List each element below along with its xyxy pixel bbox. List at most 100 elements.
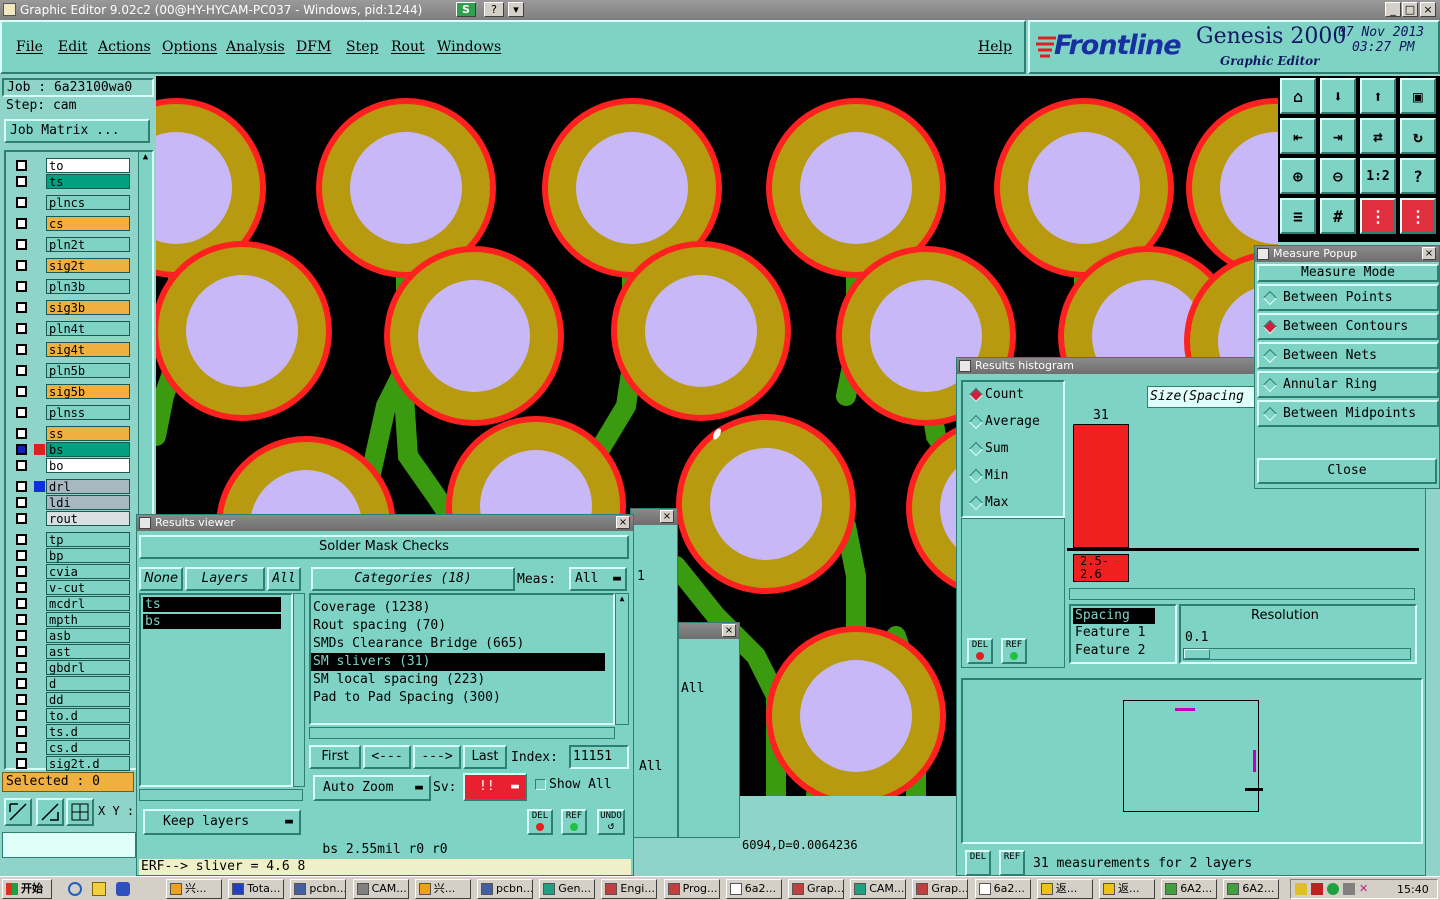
last-button[interactable]: Last [463, 745, 507, 769]
layer-checkbox[interactable] [16, 281, 27, 292]
bin-range-label[interactable]: 2.5-2.6 [1073, 554, 1129, 582]
layer-row-bo[interactable]: bo [14, 458, 130, 473]
radio-icon[interactable] [1262, 377, 1278, 393]
taskbar-item[interactable]: 兴... [166, 879, 222, 899]
taskbar-item[interactable]: Grap... [788, 879, 844, 899]
layer-row-dd[interactable]: dd [14, 692, 130, 707]
help-icon[interactable]: ? [484, 2, 504, 17]
layer-row-to.d[interactable]: to.d [14, 708, 130, 723]
menu-file[interactable]: File [16, 39, 43, 55]
layer-row-plncs[interactable]: plncs [14, 195, 130, 210]
category-hscroll[interactable] [309, 727, 615, 739]
measure-mode-between-contours[interactable]: Between Contours [1257, 313, 1439, 340]
category-item[interactable]: Coverage (1238) [311, 599, 605, 617]
tool-settings-button[interactable]: ≡ [1280, 198, 1316, 234]
histogram-option-min[interactable]: Min [963, 463, 1063, 490]
hist-del-button[interactable]: DEL [967, 638, 993, 664]
menu-help[interactable]: Help [978, 39, 1012, 55]
layer-row-sig4t[interactable]: sig4t [14, 342, 130, 357]
layer-checkbox[interactable] [16, 444, 27, 455]
layer-list-scrollbar[interactable] [293, 593, 305, 787]
layer-row-plnss[interactable]: plnss [14, 405, 130, 420]
list-item[interactable]: Feature 2 [1073, 642, 1173, 660]
keep-layers-button[interactable]: Keep layers ▬ [143, 809, 301, 835]
histogram-option-count[interactable]: Count [963, 382, 1063, 409]
radio-icon[interactable] [968, 441, 984, 457]
layer-row-pln5b[interactable]: pln5b [14, 363, 130, 378]
list-item[interactable]: Spacing [1073, 608, 1155, 624]
undo-button[interactable]: UNDO ↺ [597, 809, 625, 835]
layer-checkbox[interactable] [16, 646, 27, 657]
layer-checkbox[interactable] [16, 239, 27, 250]
tool-measure-button[interactable] [36, 798, 64, 826]
taskbar-item[interactable]: 6a2... [974, 879, 1031, 899]
layer-checkbox[interactable] [16, 630, 27, 641]
radio-icon[interactable] [968, 387, 984, 403]
layer-row-bs[interactable]: bs [14, 442, 130, 457]
layer-checkbox[interactable] [16, 460, 27, 471]
next-button[interactable]: ---> [413, 745, 461, 769]
hist-del-button-2[interactable]: DEL [965, 850, 991, 876]
measure-mode-annular-ring[interactable]: Annular Ring [1257, 371, 1439, 398]
layer-checkbox[interactable] [16, 160, 27, 171]
radio-icon[interactable] [1262, 406, 1278, 422]
taskbar-item[interactable]: Tota... [228, 879, 285, 899]
taskbar-item[interactable]: CAM... [850, 879, 907, 899]
category-item[interactable]: SM local spacing (223) [311, 671, 605, 689]
quicklaunch-desktop-icon[interactable] [92, 882, 106, 896]
category-scrollbar[interactable]: ▲ [615, 593, 629, 725]
layer-checkbox[interactable] [16, 534, 27, 545]
layer-checkbox[interactable] [16, 742, 27, 753]
layer-checkbox[interactable] [16, 678, 27, 689]
layer-checkbox[interactable] [16, 323, 27, 334]
net-toggle-button-2[interactable]: ⋮ [1400, 198, 1436, 234]
layers-button[interactable]: Layers [185, 567, 265, 591]
histogram-option-average[interactable]: Average [963, 409, 1063, 436]
taskbar-item[interactable]: Engi... [601, 879, 658, 899]
layer-row-sig3b[interactable]: sig3b [14, 300, 130, 315]
layer-checkbox[interactable] [16, 407, 27, 418]
measure-mode-between-midpoints[interactable]: Between Midpoints [1257, 400, 1439, 427]
layer-row-mpth[interactable]: mpth [14, 612, 130, 627]
view-fit-button[interactable]: ▣ [1400, 78, 1436, 114]
menu-actions[interactable]: Actions [98, 39, 151, 55]
prev-button[interactable]: <--- [363, 745, 411, 769]
layer-checkbox[interactable] [16, 344, 27, 355]
layer-row-cvia[interactable]: cvia [14, 564, 130, 579]
sv-select[interactable]: !! ▬ [463, 773, 527, 801]
layer-checkbox[interactable] [16, 428, 27, 439]
start-button[interactable]: 开始 [2, 879, 52, 899]
radio-icon[interactable] [968, 414, 984, 430]
layer-checkbox[interactable] [16, 218, 27, 229]
category-list[interactable]: Coverage (1238) Rout spacing (70) SMDs Cle… [309, 593, 615, 725]
close-icon[interactable]: × [1422, 247, 1436, 260]
radio-icon[interactable] [1262, 319, 1278, 335]
tray-icon[interactable] [1295, 883, 1307, 895]
view-up-button[interactable]: ⬆ [1360, 78, 1396, 114]
measure-close-button[interactable]: Close [1257, 458, 1437, 484]
menu-edit[interactable]: Edit [58, 39, 87, 55]
meas-select[interactable]: All ▬ [569, 567, 627, 591]
none-button[interactable]: None [139, 567, 183, 591]
net-toggle-button[interactable]: ⋮ [1360, 198, 1396, 234]
list-item[interactable]: ts [143, 597, 281, 612]
layer-checkbox[interactable] [16, 260, 27, 271]
layer-checkbox[interactable] [16, 197, 27, 208]
tray-icon[interactable] [1311, 883, 1323, 895]
pad[interactable] [156, 241, 332, 421]
taskbar-item[interactable]: 兴... [414, 879, 471, 899]
close-icon[interactable]: × [616, 516, 630, 529]
tool-zoom-button[interactable] [4, 798, 32, 826]
resolution-slider[interactable] [1183, 648, 1411, 660]
hist-ref-button-2[interactable]: REF [999, 850, 1025, 876]
layer-row-sig2t[interactable]: sig2t [14, 258, 130, 273]
minimize-button[interactable]: _ [1385, 2, 1401, 17]
layer-row-rout[interactable]: rout [14, 511, 130, 526]
menu-analysis[interactable]: Analysis [226, 39, 285, 55]
job-matrix-button[interactable]: Job Matrix ... [4, 119, 150, 143]
layer-row-bp[interactable]: bp [14, 548, 130, 563]
layer-checkbox[interactable] [16, 598, 27, 609]
layer-checkbox[interactable] [16, 513, 27, 524]
layer-row-tp[interactable]: tp [14, 532, 130, 547]
del-button[interactable]: DEL [527, 809, 553, 835]
